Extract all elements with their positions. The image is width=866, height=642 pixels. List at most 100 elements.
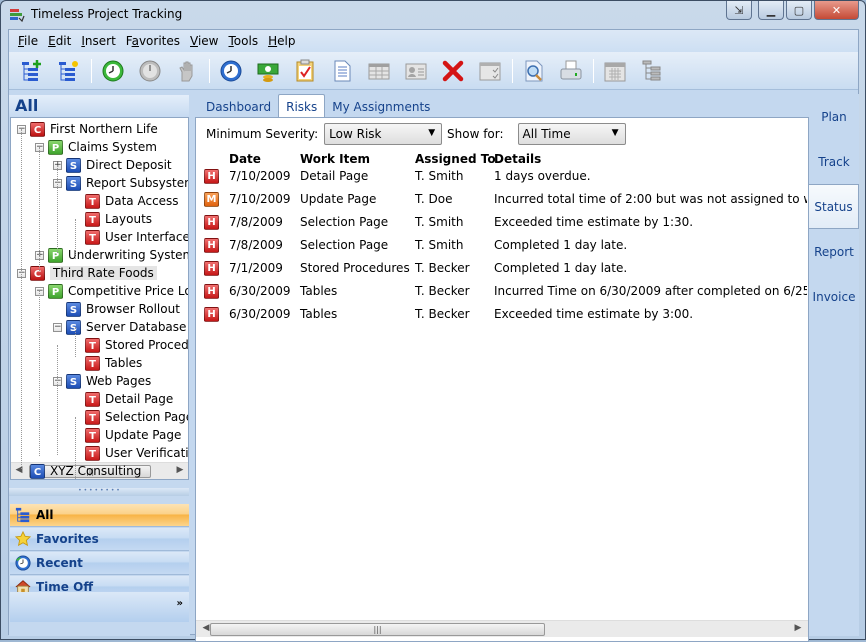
tree-node[interactable]: T Layouts <box>85 210 152 228</box>
view-tab-report[interactable]: Report <box>809 229 859 274</box>
menu-file[interactable]: File <box>13 34 43 48</box>
cell-who: T. Becker <box>415 284 470 298</box>
table-row[interactable]: M 7/10/2009 Update Page T. Doe Incurred tota… <box>196 189 808 212</box>
view-tab-status[interactable]: Status <box>809 184 859 229</box>
table-button[interactable] <box>364 56 394 86</box>
tree-node[interactable]: S Web Pages <box>66 372 151 390</box>
add-child-button[interactable] <box>17 56 47 86</box>
tree-node[interactable]: C XYZ Consulting <box>30 462 142 479</box>
scroll-left-icon[interactable]: ◀ <box>14 465 24 475</box>
tree-node-label: XYZ Consulting <box>50 464 142 478</box>
table-row[interactable]: H 6/30/2009 Tables T. Becker Incurred Time o… <box>196 281 808 304</box>
view-tab-plan[interactable]: Plan <box>809 94 859 139</box>
tree-connector <box>57 345 58 455</box>
document-button[interactable] <box>327 56 357 86</box>
cell-date: 7/1/2009 <box>229 261 283 275</box>
cell-item: Tables <box>300 307 338 321</box>
expense-button[interactable] <box>253 56 283 86</box>
minimize-button[interactable]: ▁ <box>758 1 784 20</box>
menu-tools[interactable]: Tools <box>224 34 264 48</box>
tree-node[interactable]: T Data Access <box>85 192 179 210</box>
table-row[interactable]: H 7/10/2009 Detail Page T. Smith 1 days over… <box>196 166 808 189</box>
print-preview-button[interactable] <box>519 56 549 86</box>
cell-details: 1 days overdue. <box>494 169 591 183</box>
add-new-button[interactable] <box>54 56 84 86</box>
tree-node[interactable]: P Claims System <box>48 138 157 156</box>
tree-node[interactable]: T Detail Page <box>85 390 173 408</box>
table-row[interactable]: H 7/8/2009 Selection Page T. Smith Exceeded … <box>196 212 808 235</box>
tree-node[interactable]: T Selection Page <box>85 408 188 426</box>
tab-strip: Dashboard Risks My Assignments <box>195 94 809 118</box>
tree-node[interactable]: C First Northern Life <box>30 120 158 138</box>
tab-dashboard[interactable]: Dashboard <box>199 96 278 118</box>
print-button[interactable] <box>556 56 586 86</box>
table-row[interactable]: H 7/1/2009 Stored Procedures T. Becker Compl… <box>196 258 808 281</box>
pane-splitter[interactable]: • • • • • • • • <box>9 488 189 496</box>
hierarchy-button[interactable] <box>637 56 667 86</box>
menu-insert[interactable]: Insert <box>76 34 120 48</box>
view-tab-invoice[interactable]: Invoice <box>809 274 859 319</box>
time-entry-button[interactable] <box>216 56 246 86</box>
pause-button[interactable] <box>172 56 202 86</box>
chevron-down-icon: ▼ <box>611 128 619 138</box>
properties-button[interactable] <box>475 56 505 86</box>
tree-list-icon <box>14 506 32 524</box>
start-timer-button[interactable] <box>98 56 128 86</box>
main-area: Dashboard Risks My Assignments Minimum Sev… <box>195 94 809 642</box>
tree-node[interactable]: C Third Rate Foods <box>30 264 157 282</box>
stop-timer-button[interactable] <box>135 56 165 86</box>
toolbar-separator <box>91 58 92 83</box>
show-for-select[interactable]: All Time ▼ <box>517 123 626 145</box>
tree-node[interactable]: T Stored Procedures <box>85 336 188 354</box>
calendar-button[interactable] <box>600 56 630 86</box>
tree-node[interactable]: T Update Page <box>85 426 181 444</box>
app-window: Timeless Project Tracking ⇲ ▁ ▢ ✕ File Ed… <box>0 0 866 642</box>
task-checklist-button[interactable] <box>290 56 320 86</box>
project-tree[interactable]: ◀ ||| ▶ − C First Northern Life − P Claims Sy… <box>10 117 189 480</box>
tree-node[interactable]: P Underwriting System <box>48 246 188 264</box>
tab-my-assignments[interactable]: My Assignments <box>325 96 437 118</box>
nav-button-all[interactable]: All <box>10 504 189 527</box>
scroll-thumb[interactable]: ||| <box>210 623 545 636</box>
tree-node[interactable]: T User Interface <box>85 228 188 246</box>
grid-horizontal-scrollbar[interactable]: ◀ ||| ▶ <box>196 620 808 637</box>
scroll-right-icon[interactable]: ▶ <box>793 623 803 633</box>
collapse-toggle[interactable]: − <box>53 323 62 332</box>
menu-favorites[interactable]: Favorites <box>121 34 185 48</box>
tree-node[interactable]: T User Verification <box>85 444 188 462</box>
task-badge-icon: T <box>85 355 100 371</box>
severity-select[interactable]: Low Risk ▼ <box>324 123 443 145</box>
tree-node[interactable]: S Server Database Access <box>66 318 188 336</box>
project-badge-icon: P <box>48 139 63 155</box>
contact-card-button[interactable] <box>401 56 431 86</box>
menu-help[interactable]: Help <box>263 34 300 48</box>
nav-overflow-button[interactable]: » <box>10 592 189 622</box>
close-button[interactable]: ✕ <box>814 1 859 20</box>
tray-button[interactable]: ⇲ <box>726 1 752 20</box>
table-row[interactable]: H 7/8/2009 Selection Page T. Smith Completed… <box>196 235 808 258</box>
tree-connector <box>39 147 40 271</box>
nav-button-recent[interactable]: Recent <box>10 552 189 575</box>
scroll-right-icon[interactable]: ▶ <box>175 465 185 475</box>
table-row[interactable]: H 6/30/2009 Tables T. Becker Exceeded time e… <box>196 304 808 327</box>
tree-node[interactable]: S Report Subsystem <box>66 174 188 192</box>
project-badge-icon: P <box>48 247 63 263</box>
cell-date: 6/30/2009 <box>229 307 291 321</box>
tree-node[interactable]: S Direct Deposit <box>66 156 172 174</box>
menu-view[interactable]: View <box>185 34 223 48</box>
tree-node[interactable]: S Browser Rollout <box>66 300 180 318</box>
toolbar-separator <box>512 58 513 83</box>
nav-button-favorites[interactable]: Favorites <box>10 528 189 551</box>
tree-node[interactable]: P Competitive Price Lookup <box>48 282 188 300</box>
tree-node[interactable]: T Tables <box>85 354 142 372</box>
title-bar[interactable]: Timeless Project Tracking ⇲ ▁ ▢ ✕ <box>1 1 865 29</box>
tab-risks[interactable]: Risks <box>278 94 326 118</box>
menu-bar: File Edit Insert Favorites View Tools Help <box>9 30 858 52</box>
tree-connector <box>75 219 76 259</box>
delete-button[interactable] <box>438 56 468 86</box>
cell-details: Incurred Time on 6/30/2009 after complet… <box>494 284 807 298</box>
menu-edit[interactable]: Edit <box>43 34 76 48</box>
maximize-button[interactable]: ▢ <box>786 1 812 20</box>
time-entry-icon <box>220 60 242 81</box>
view-tab-track[interactable]: Track <box>809 139 859 184</box>
